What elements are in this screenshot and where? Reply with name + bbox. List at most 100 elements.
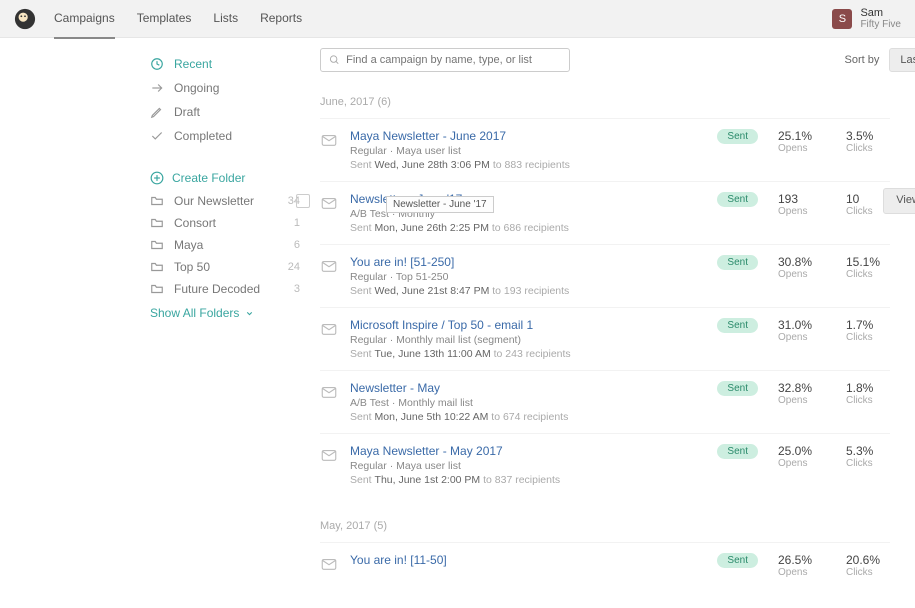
stats: 30.8%Opens 15.1%Clicks bbox=[778, 255, 890, 280]
campaign-meta: Regular · Maya user list bbox=[350, 460, 709, 472]
search-icon bbox=[329, 54, 340, 66]
campaign-title[interactable]: Maya Newsletter - May 2017 bbox=[350, 444, 709, 458]
plus-circle-icon bbox=[150, 171, 164, 185]
stat-opens: 193Opens bbox=[778, 192, 822, 217]
campaign-title[interactable]: Newsletter - May bbox=[350, 381, 709, 395]
folder-label: Top 50 bbox=[174, 260, 210, 274]
folder-label: Future Decoded bbox=[174, 282, 260, 296]
campaign-title[interactable]: You are in! [11-50] bbox=[350, 553, 709, 567]
search-input-wrap[interactable] bbox=[320, 48, 570, 72]
top-bar-left: Campaigns Templates Lists Reports bbox=[14, 0, 302, 39]
envelope-icon bbox=[320, 194, 340, 215]
campaign-meta: Regular · Maya user list bbox=[350, 145, 709, 157]
stat-opens: 31.0%Opens bbox=[778, 318, 822, 343]
folder-label: Consort bbox=[174, 216, 216, 230]
top-bar-right: S Sam Fifty Five bbox=[832, 7, 901, 30]
avatar[interactable]: S bbox=[832, 9, 852, 29]
stat-clicks: 1.8%Clicks bbox=[846, 381, 890, 406]
envelope-icon bbox=[320, 131, 340, 152]
stats: 31.0%Opens1.7%Clicks bbox=[778, 318, 890, 343]
campaign-info: Maya Newsletter - May 2017 Regular · Maya… bbox=[350, 444, 709, 486]
envelope-icon bbox=[320, 446, 340, 467]
campaign-info: Microsoft Inspire / Top 50 - email 1 Regu… bbox=[350, 318, 709, 360]
sort-label: Sort by bbox=[845, 54, 880, 66]
folder-icon bbox=[150, 194, 164, 208]
nav-tab-campaigns[interactable]: Campaigns bbox=[54, 0, 115, 39]
folder-icon bbox=[150, 282, 164, 296]
folder-icon bbox=[150, 238, 164, 252]
folder-item[interactable]: Our Newsletter34 bbox=[150, 190, 300, 212]
folder-item[interactable]: Future Decoded 3 bbox=[150, 278, 300, 300]
stat-opens: 30.8%Opens bbox=[778, 255, 822, 280]
status-badge: Sent bbox=[717, 255, 758, 270]
sidebar-item-completed[interactable]: Completed bbox=[150, 124, 300, 148]
sort-wrap: Sort by Last updated bbox=[845, 48, 915, 72]
stats: 25.1%Opens3.5%Clicks bbox=[778, 129, 890, 154]
status-badge: Sent bbox=[717, 444, 758, 459]
campaign-title[interactable]: You are in! [51-250] bbox=[350, 255, 709, 269]
stat-opens: 32.8%Opens bbox=[778, 381, 822, 406]
nav-tab-lists[interactable]: Lists bbox=[213, 0, 238, 39]
stat-clicks: 20.6%Clicks bbox=[846, 553, 890, 578]
sidebar-item-label: Draft bbox=[174, 105, 200, 119]
folder-item[interactable]: Maya6 bbox=[150, 234, 300, 256]
envelope-icon bbox=[320, 257, 340, 278]
status-badge: Sent bbox=[717, 129, 758, 144]
envelope-icon bbox=[320, 555, 340, 576]
nav-tab-reports[interactable]: Reports bbox=[260, 0, 302, 39]
create-folder-button[interactable]: Create Folder bbox=[150, 166, 300, 190]
campaign-row: Maya Newsletter - June 2017 Regular · May… bbox=[320, 118, 890, 181]
sidebar-item-draft[interactable]: Draft bbox=[150, 100, 300, 124]
campaign-sent: Sent Mon, June 5th 10:22 AM to 674 recip… bbox=[350, 411, 709, 423]
show-all-folders-button[interactable]: Show All Folders bbox=[150, 300, 300, 326]
row-checkbox[interactable] bbox=[296, 194, 310, 208]
sidebar-item-recent[interactable]: Recent bbox=[150, 52, 300, 76]
sort-value: Last updated bbox=[900, 54, 915, 66]
search-input[interactable] bbox=[346, 54, 561, 66]
content-top: Sort by Last updated bbox=[320, 48, 890, 72]
user-org: Fifty Five bbox=[860, 19, 901, 30]
campaign-sent: Sent Wed, June 21st 8:47 PM to 193 recip… bbox=[350, 285, 709, 297]
campaign-title[interactable]: Maya Newsletter - June 2017 bbox=[350, 129, 709, 143]
view-report-button[interactable]: View Report bbox=[883, 188, 915, 214]
envelope-icon bbox=[320, 320, 340, 341]
user-block[interactable]: Sam Fifty Five bbox=[860, 7, 901, 30]
campaign-meta: A/B Test · Monthly mail list bbox=[350, 397, 709, 409]
folder-item[interactable]: Consort1 bbox=[150, 212, 300, 234]
campaign-sent: Sent Thu, June 1st 2:00 PM to 837 recipi… bbox=[350, 474, 709, 486]
status-badge: Sent bbox=[717, 553, 758, 568]
folder-count: 3 bbox=[294, 283, 300, 295]
nav-tab-templates[interactable]: Templates bbox=[137, 0, 192, 39]
stats: 32.8%Opens 1.8%Clicks bbox=[778, 381, 890, 406]
stats: 25.0%Opens5.3%Clicks bbox=[778, 444, 890, 469]
chevron-down-icon bbox=[245, 309, 254, 318]
folder-label: Our Newsletter bbox=[174, 194, 254, 208]
campaign-info: Maya Newsletter - June 2017 Regular · May… bbox=[350, 129, 709, 171]
stats: 26.5%Opens 20.6%Clicks bbox=[778, 553, 890, 578]
stat-clicks: 15.1%Clicks bbox=[846, 255, 890, 280]
check-icon bbox=[150, 129, 164, 143]
group-header: June, 2017 (6) bbox=[320, 96, 890, 108]
status-badge: Sent bbox=[717, 318, 758, 333]
campaign-meta: Regular · Monthly mail list (segment) bbox=[350, 334, 709, 346]
campaign-row: Newsletter - May A/B Test · Monthly mail … bbox=[320, 370, 890, 433]
sidebar-item-ongoing[interactable]: Ongoing bbox=[150, 76, 300, 100]
mailchimp-logo-icon bbox=[14, 8, 36, 30]
sidebar-item-label: Ongoing bbox=[174, 81, 219, 95]
stat-opens: 26.5%Opens bbox=[778, 553, 822, 578]
campaign-sent: Sent Tue, June 13th 11:00 AM to 243 reci… bbox=[350, 348, 709, 360]
campaign-title[interactable]: Microsoft Inspire / Top 50 - email 1 bbox=[350, 318, 709, 332]
stat-clicks: 5.3%Clicks bbox=[846, 444, 890, 469]
sort-dropdown[interactable]: Last updated bbox=[889, 48, 915, 72]
folder-icon bbox=[150, 260, 164, 274]
pencil-icon bbox=[150, 105, 164, 119]
campaign-row: You are in! [11-50] Sent 26.5%Opens 20.6%Cl… bbox=[320, 542, 890, 588]
show-all-label: Show All Folders bbox=[150, 306, 239, 320]
campaign-row: Newsletter - June '17A/B Test · MonthlyS… bbox=[320, 181, 890, 244]
stats: 193Opens10Clicks bbox=[778, 192, 890, 217]
folder-count: 24 bbox=[288, 261, 300, 273]
status-badge: Sent bbox=[717, 381, 758, 396]
folder-item[interactable]: Top 50 24 bbox=[150, 256, 300, 278]
user-name: Sam bbox=[860, 7, 901, 19]
stat-opens: 25.1%Opens bbox=[778, 129, 822, 154]
